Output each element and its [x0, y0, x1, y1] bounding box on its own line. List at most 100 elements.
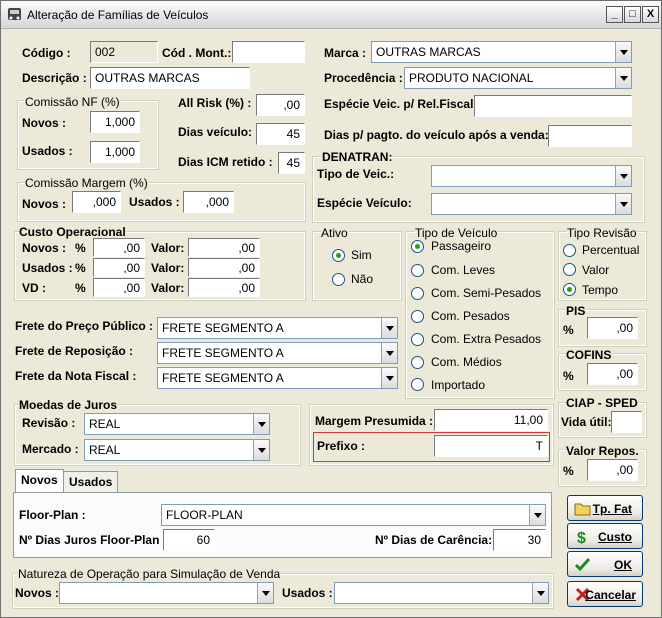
chevron-down-icon[interactable]: [253, 440, 269, 460]
frete-publico-label: Frete do Preço Público :: [15, 319, 154, 333]
tipo-revisao-radio[interactable]: [563, 283, 576, 296]
dias-pagto-label: Dias p/ pagto. do veículo após a venda:: [324, 128, 549, 142]
tipo-revisao-option: Valor: [582, 263, 610, 277]
chevron-down-icon[interactable]: [529, 505, 545, 525]
tipo-veiculo-radio[interactable]: [411, 287, 424, 300]
tipo-veiculo-radio[interactable]: [411, 240, 424, 253]
natureza-novos-select[interactable]: [59, 582, 274, 604]
frete-nota-label: Frete da Nota Fiscal :: [15, 369, 137, 383]
prefixo-label: Prefixo :: [317, 439, 366, 453]
comissao-nf-usados-field[interactable]: 1,000: [90, 141, 140, 163]
dias-icm-field[interactable]: 45: [278, 152, 305, 174]
moedas-revisao-select[interactable]: REAL: [84, 413, 270, 435]
tipo-veiculo-radio[interactable]: [411, 333, 424, 346]
tipo-revisao-radio[interactable]: [563, 263, 576, 276]
cod-mont-label: Cód . Mont.:: [162, 46, 232, 60]
custo-row-valor-label: Valor:: [151, 241, 185, 255]
natureza-novos-label: Novos :: [15, 586, 60, 600]
frete-nota-value: FRETE SEGMENTO A: [162, 371, 284, 385]
chevron-down-icon[interactable]: [615, 194, 631, 214]
all-risk-label: All Risk (%) :: [178, 96, 252, 110]
procedencia-select[interactable]: PRODUTO NACIONAL: [404, 67, 632, 89]
tipo-veiculo-radio[interactable]: [411, 356, 424, 369]
custo-row-pct-field[interactable]: ,00: [93, 278, 145, 297]
denatran-title: DENATRAN:: [322, 150, 393, 164]
minimize-button[interactable]: _: [606, 6, 623, 23]
chevron-down-icon[interactable]: [615, 166, 631, 186]
pis-field[interactable]: ,00: [587, 317, 638, 339]
natureza-usados-select[interactable]: [334, 582, 549, 604]
cofins-field[interactable]: ,00: [587, 363, 638, 385]
ciap-vida-field[interactable]: [611, 411, 642, 433]
frete-reposicao-select[interactable]: FRETE SEGMENTO A: [157, 342, 398, 364]
custo-row-valor-field[interactable]: ,00: [188, 258, 260, 277]
custo-row-pct: %: [75, 241, 86, 255]
dias-veiculo-field[interactable]: 45: [256, 123, 305, 145]
ciap-vida-label: Vida útil:: [561, 415, 612, 429]
tipo-veic-select[interactable]: [431, 165, 632, 187]
valor-repos-field[interactable]: ,00: [587, 459, 638, 481]
comissao-margem-usados-field[interactable]: ,000: [183, 191, 234, 213]
frete-nota-select[interactable]: FRETE SEGMENTO A: [157, 367, 398, 389]
juros-floor-field[interactable]: 60: [163, 529, 215, 551]
custo-row-pct: %: [75, 281, 86, 295]
maximize-button[interactable]: □: [624, 6, 641, 23]
cod-mont-field[interactable]: [232, 41, 305, 63]
chevron-down-icon[interactable]: [257, 583, 273, 603]
chevron-down-icon[interactable]: [615, 68, 631, 88]
frete-publico-select[interactable]: FRETE SEGMENTO A: [157, 317, 398, 339]
custo-row-label: VD :: [22, 281, 46, 295]
moedas-mercado-select[interactable]: REAL: [84, 439, 270, 461]
car-icon: [8, 8, 21, 20]
tipo-veiculo-radio[interactable]: [411, 310, 424, 323]
custo-label: Custo: [598, 530, 632, 544]
especie-fiscal-field[interactable]: [474, 95, 632, 117]
chevron-down-icon[interactable]: [615, 42, 631, 62]
window-title: Alteração de Famílias de Veículos: [27, 8, 209, 22]
especie-veiculo-select[interactable]: [431, 193, 632, 215]
dias-pagto-field[interactable]: [548, 125, 632, 147]
custo-row-pct-field[interactable]: ,00: [93, 258, 145, 277]
comissao-nf-novos-field[interactable]: 1,000: [90, 111, 140, 133]
close-button[interactable]: X: [642, 6, 659, 23]
custo-row-pct-field[interactable]: ,00: [93, 238, 145, 257]
especie-fiscal-label: Espécie Veic. p/ Rel.Fiscal:: [324, 97, 478, 111]
tab-novos[interactable]: Novos: [15, 469, 64, 493]
descricao-field[interactable]: OUTRAS MARCAS: [90, 67, 250, 89]
floor-plan-select[interactable]: FLOOR-PLAN: [161, 504, 546, 526]
prefixo-field[interactable]: T: [434, 435, 548, 457]
carencia-field[interactable]: 30: [493, 529, 546, 551]
tipo-revisao-option: Percentual: [582, 243, 640, 257]
chevron-down-icon[interactable]: [381, 318, 397, 338]
custo-button[interactable]: $ Custo: [567, 523, 643, 549]
tab-usados[interactable]: Usados: [63, 471, 119, 493]
chevron-down-icon[interactable]: [381, 368, 397, 388]
tipo-veiculo-radio[interactable]: [411, 378, 424, 391]
comissao-margem-novos-label: Novos :: [22, 197, 67, 211]
tipo-revisao-option: Tempo: [582, 283, 619, 297]
tipo-revisao-radio[interactable]: [563, 244, 576, 257]
frete-reposicao-label: Frete de Reposição :: [15, 344, 134, 358]
tipo-veic-label: Tipo de Veic.:: [317, 167, 395, 181]
check-icon: [574, 557, 591, 572]
chevron-down-icon[interactable]: [381, 343, 397, 363]
comissao-margem-novos-field[interactable]: ,000: [72, 191, 121, 213]
chevron-down-icon[interactable]: [532, 583, 548, 603]
tp-fat-button[interactable]: Tp. Fat: [567, 495, 643, 521]
tipo-veiculo-radio[interactable]: [411, 264, 424, 277]
ativo-nao-radio[interactable]: [332, 273, 345, 286]
custo-title: Custo Operacional: [19, 225, 126, 239]
main-window: Alteração de Famílias de Veículos _ □ X …: [0, 0, 662, 618]
title-bar: Alteração de Famílias de Veículos _ □ X: [1, 1, 661, 29]
ok-button[interactable]: OK: [567, 551, 643, 577]
ativo-sim-radio[interactable]: [332, 249, 345, 262]
custo-row-valor-field[interactable]: ,00: [188, 238, 260, 257]
cancelar-button[interactable]: Cancelar: [567, 581, 643, 607]
all-risk-field[interactable]: ,00: [256, 94, 305, 116]
margem-field[interactable]: 11,00: [434, 409, 548, 431]
marca-select[interactable]: OUTRAS MARCAS: [371, 41, 632, 63]
especie-veiculo-label: Espécie Veículo:: [317, 196, 412, 210]
moedas-title: Moedas de Juros: [19, 398, 118, 412]
custo-row-valor-field[interactable]: ,00: [188, 278, 260, 297]
chevron-down-icon[interactable]: [253, 414, 269, 434]
